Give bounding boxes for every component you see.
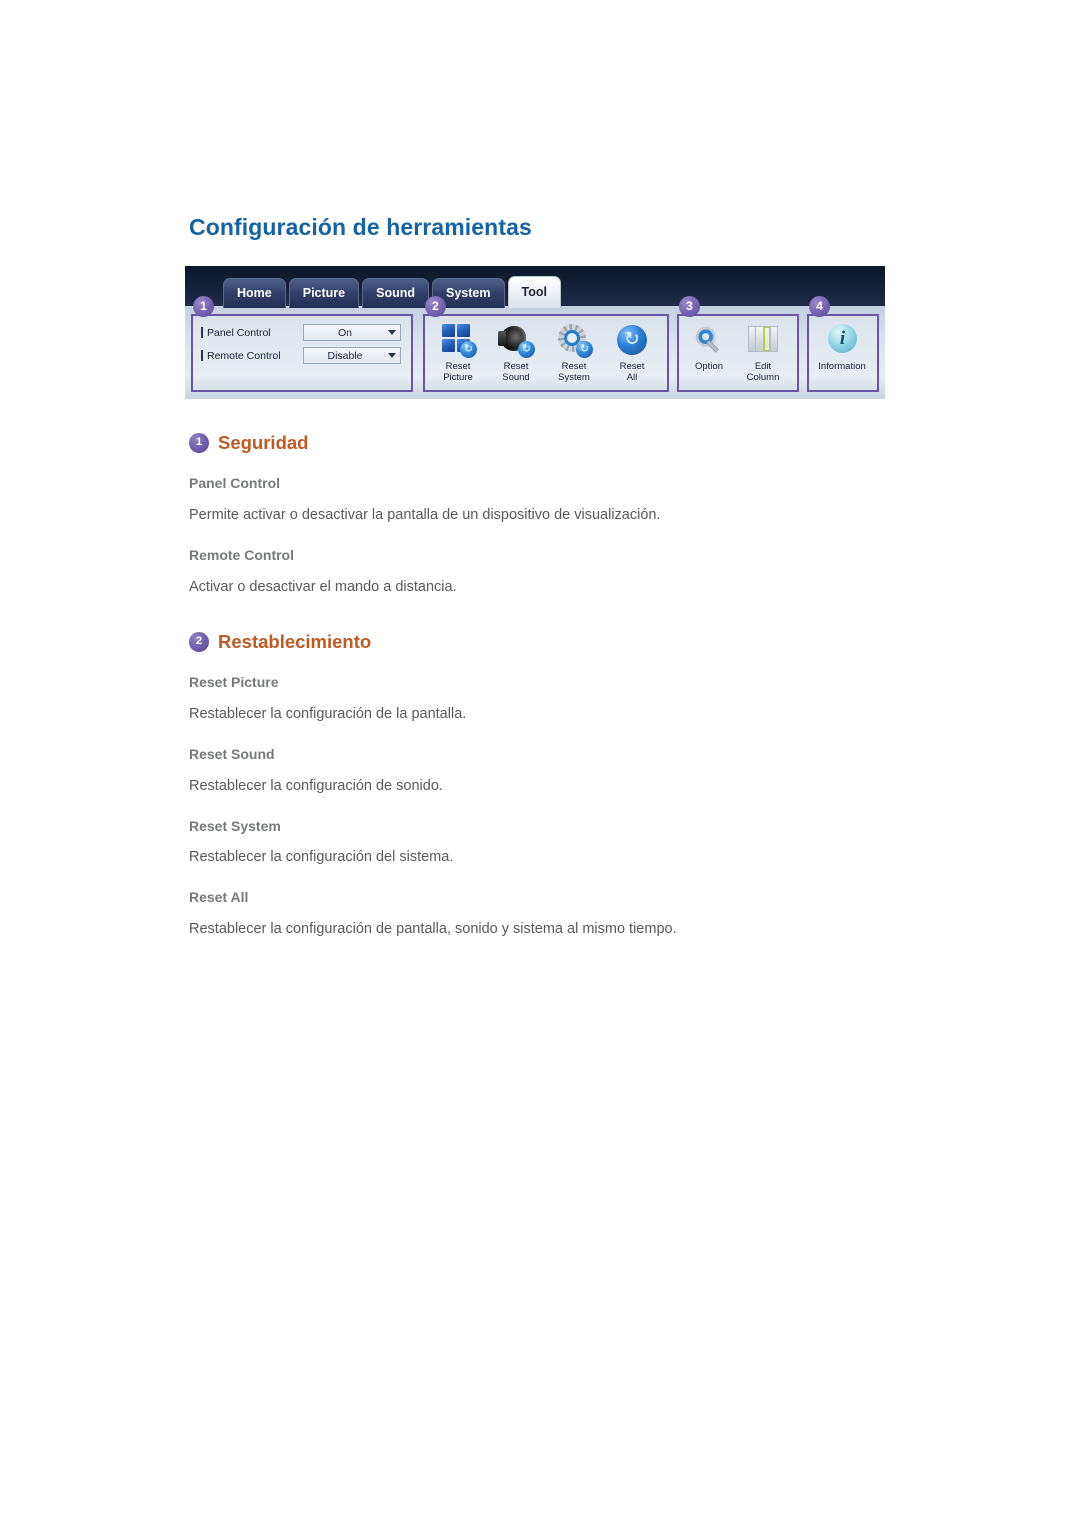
information-button-row: i Information bbox=[813, 321, 871, 372]
reset-all-button[interactable]: ↻ Reset All bbox=[603, 321, 661, 383]
remote-control-dropdown[interactable]: Disable bbox=[303, 347, 401, 365]
section-heading: 1 Seguridad bbox=[189, 431, 891, 453]
panel-control-row[interactable]: Panel Control On bbox=[201, 324, 401, 342]
reset-sound-label: Reset Sound bbox=[502, 360, 530, 383]
item-title: Reset All bbox=[189, 889, 249, 906]
information-icon: i bbox=[823, 321, 861, 359]
tab-sound[interactable]: Sound bbox=[362, 277, 430, 308]
page-title: Configuración de herramientas bbox=[189, 214, 532, 240]
reset-system-icon: ↻ bbox=[555, 321, 593, 359]
chevron-down-icon bbox=[388, 353, 396, 359]
item-reset-picture: Reset Picture Restablecer la configuraci… bbox=[189, 674, 891, 725]
item-description: Permite activar o desactivar la pantalla… bbox=[189, 506, 661, 523]
callout-badge-3: 3 bbox=[679, 295, 700, 317]
item-remote-control: Remote Control Activar o desactivar el m… bbox=[189, 547, 891, 598]
option-button[interactable]: Option bbox=[682, 321, 736, 372]
item-reset-system: Reset System Restablecer la configuració… bbox=[189, 818, 891, 869]
edit-column-icon bbox=[744, 321, 782, 359]
item-description: Activar o desactivar el mando a distanci… bbox=[189, 578, 457, 595]
reset-system-button[interactable]: ↻ Reset System bbox=[545, 321, 603, 383]
reset-picture-label: Reset Picture bbox=[443, 360, 473, 383]
item-description: Restablecer la configuración de sonido. bbox=[189, 777, 443, 794]
refresh-badge-icon: ↻ bbox=[518, 340, 535, 358]
panel-control-value: On bbox=[337, 326, 352, 339]
reset-all-icon: ↻ bbox=[613, 321, 651, 359]
item-description: Restablecer la configuración de la panta… bbox=[189, 705, 467, 722]
edit-column-label: Edit Column bbox=[746, 360, 780, 383]
toolbar-group-information: i Information bbox=[807, 313, 879, 392]
item-title: Reset Picture bbox=[189, 673, 279, 690]
refresh-badge-icon: ↻ bbox=[576, 340, 593, 358]
toolbar-group-reset: ↻ Reset Picture ↻ Reset Sound ↻ Reset Sy… bbox=[423, 313, 669, 392]
item-description: Restablecer la configuración de pantalla… bbox=[189, 921, 677, 938]
section-title-restablecimiento: Restablecimiento bbox=[218, 630, 372, 652]
section-seguridad: 1 Seguridad Panel Control Permite activa… bbox=[189, 431, 891, 598]
remote-control-value: Disable bbox=[327, 349, 363, 362]
bullet-marker-icon bbox=[201, 327, 203, 339]
panel-control-dropdown[interactable]: On bbox=[303, 324, 401, 342]
item-title: Remote Control bbox=[189, 546, 294, 563]
toolbar-group-security: Panel Control On Remote Control Disable bbox=[191, 313, 413, 392]
callout-badge-2: 2 bbox=[425, 295, 446, 317]
reset-system-label: Reset System bbox=[558, 360, 590, 383]
item-title: Panel Control bbox=[189, 474, 281, 491]
edit-column-button[interactable]: Edit Column bbox=[736, 321, 790, 383]
callout-badge-4: 4 bbox=[809, 295, 830, 317]
toolbar-screenshot-figure: Home Picture Sound System Tool Panel Con… bbox=[185, 265, 885, 399]
chevron-down-icon bbox=[388, 330, 396, 336]
section-restablecimiento: 2 Restablecimiento Reset Picture Restabl… bbox=[189, 630, 891, 941]
information-button[interactable]: i Information bbox=[813, 321, 871, 372]
section-title-seguridad: Seguridad bbox=[218, 431, 309, 453]
item-title: Reset Sound bbox=[189, 745, 275, 762]
section-badge-1: 1 bbox=[189, 432, 209, 453]
information-label: Information bbox=[818, 360, 866, 372]
tab-picture[interactable]: Picture bbox=[288, 277, 360, 308]
reset-picture-button[interactable]: ↻ Reset Picture bbox=[429, 321, 487, 383]
panel-control-label: Panel Control bbox=[207, 326, 271, 339]
item-reset-all: Reset All Restablecer la configuración d… bbox=[189, 889, 891, 940]
reset-sound-button[interactable]: ↻ Reset Sound bbox=[487, 321, 545, 383]
reset-button-row: ↻ Reset Picture ↻ Reset Sound ↻ Reset Sy… bbox=[429, 321, 661, 383]
reset-picture-icon: ↻ bbox=[439, 321, 477, 359]
remote-control-row[interactable]: Remote Control Disable bbox=[201, 347, 401, 365]
option-button-row: Option Edit Column bbox=[682, 321, 790, 383]
option-label: Option bbox=[695, 360, 723, 372]
refresh-badge-icon: ↻ bbox=[460, 340, 477, 358]
bullet-marker-icon bbox=[201, 350, 203, 362]
reset-sound-icon: ↻ bbox=[497, 321, 535, 359]
document-page: Configuración de herramientas Home Pictu… bbox=[0, 0, 1080, 1527]
section-heading: 2 Restablecimiento bbox=[189, 630, 891, 652]
toolbar-tabs: Home Picture Sound System Tool bbox=[223, 275, 564, 308]
item-reset-sound: Reset Sound Restablecer la configuración… bbox=[189, 746, 891, 797]
section-badge-2: 2 bbox=[189, 631, 209, 652]
reset-all-label: Reset All bbox=[619, 360, 645, 383]
option-icon bbox=[690, 321, 728, 359]
page-content: Configuración de herramientas Home Pictu… bbox=[185, 214, 891, 941]
tab-tool[interactable]: Tool bbox=[507, 275, 561, 308]
callout-badge-1: 1 bbox=[193, 295, 214, 317]
tab-home[interactable]: Home bbox=[223, 277, 286, 308]
item-title: Reset System bbox=[189, 817, 281, 834]
toolbar-group-option: Option Edit Column bbox=[677, 313, 799, 392]
item-description: Restablecer la configuración del sistema… bbox=[189, 849, 454, 866]
remote-control-label: Remote Control bbox=[207, 349, 281, 362]
item-panel-control: Panel Control Permite activar o desactiv… bbox=[189, 475, 891, 526]
